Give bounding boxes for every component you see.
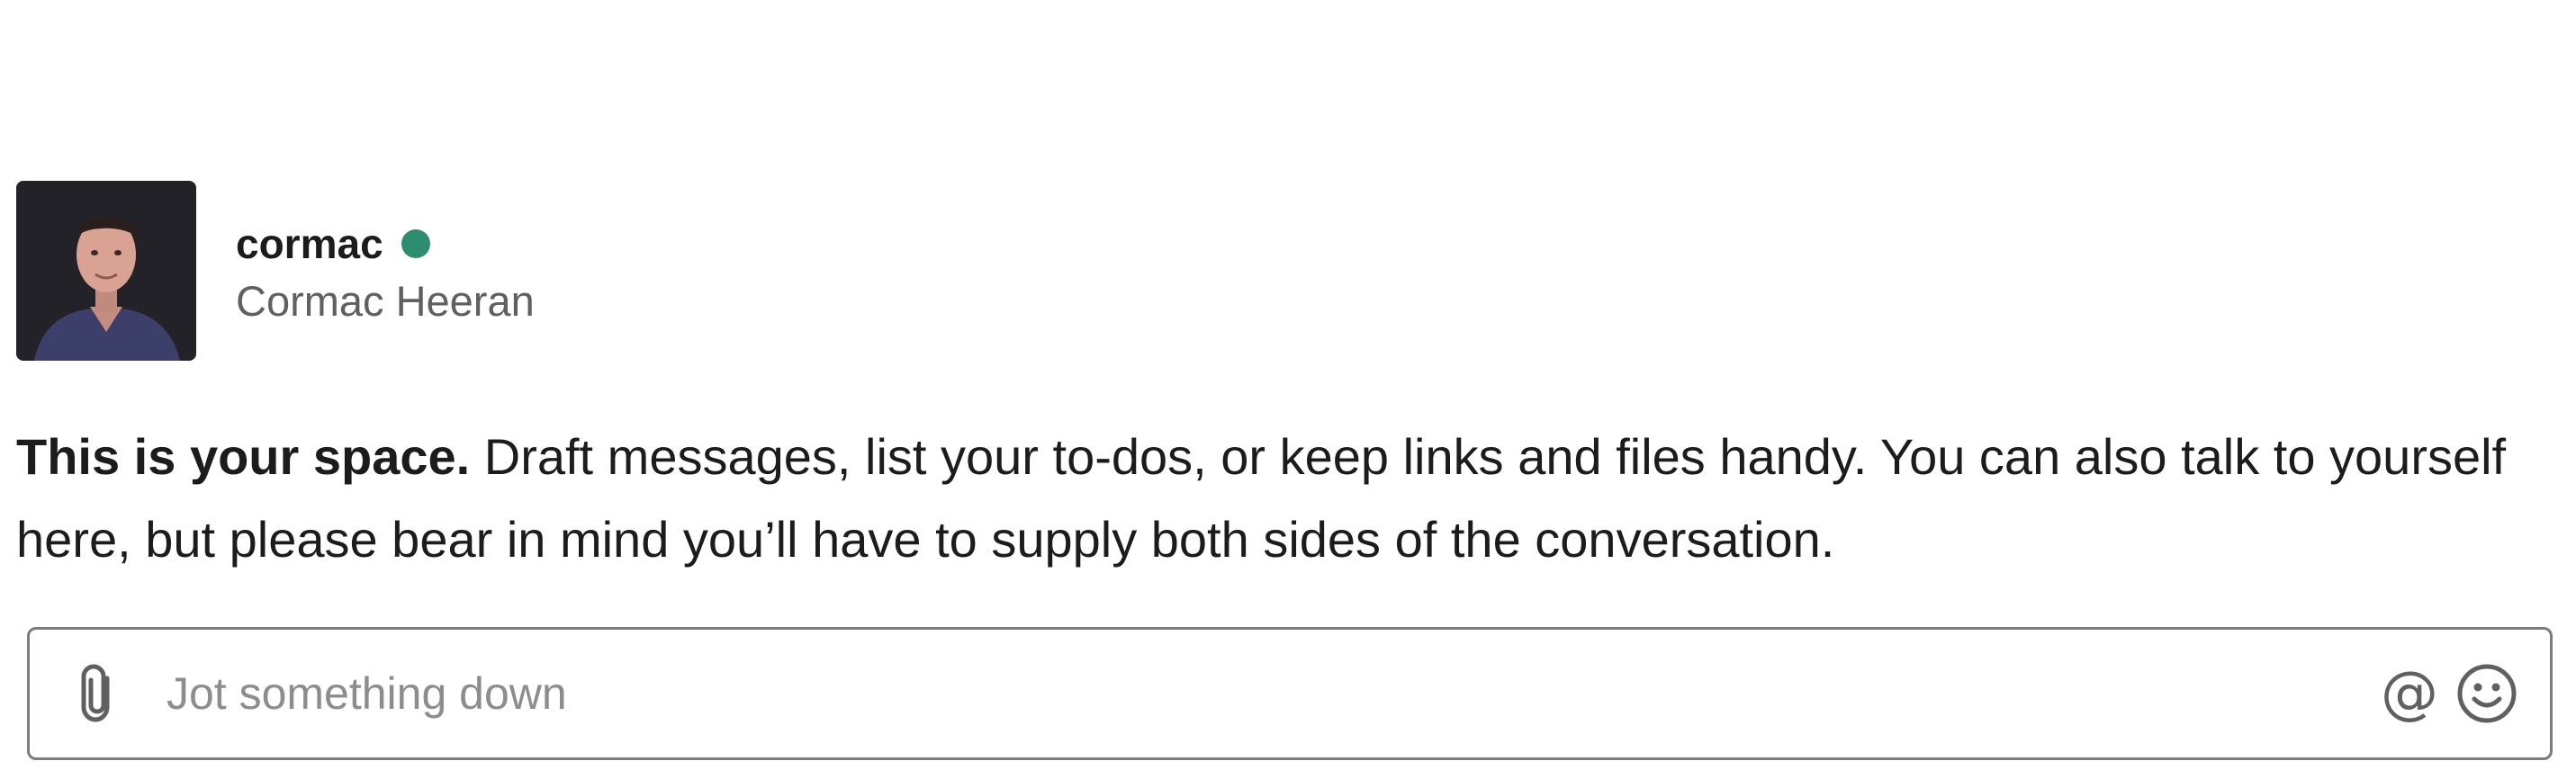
emoji-button[interactable] xyxy=(2449,656,2525,731)
user-handle[interactable]: cormac xyxy=(236,219,383,268)
intro-heading: This is your space. xyxy=(16,428,471,485)
handle-row: cormac xyxy=(236,217,535,271)
at-sign-icon: @ xyxy=(2381,660,2438,727)
profile-text: cormac Cormac Heeran xyxy=(236,217,535,326)
profile-header: cormac Cormac Heeran xyxy=(16,181,535,361)
attach-button[interactable] xyxy=(62,656,138,731)
user-full-name: Cormac Heeran xyxy=(236,276,535,325)
message-input[interactable] xyxy=(167,649,2372,739)
smiley-icon xyxy=(2457,664,2517,723)
mention-button[interactable]: @ xyxy=(2372,656,2447,731)
intro-message: This is your space. Draft messages, list… xyxy=(16,416,2554,581)
paperclip-icon xyxy=(81,664,110,722)
presence-active-icon xyxy=(401,228,430,258)
user-photo-icon xyxy=(16,181,196,361)
avatar[interactable] xyxy=(16,181,196,361)
message-composer: @ xyxy=(27,627,2553,760)
